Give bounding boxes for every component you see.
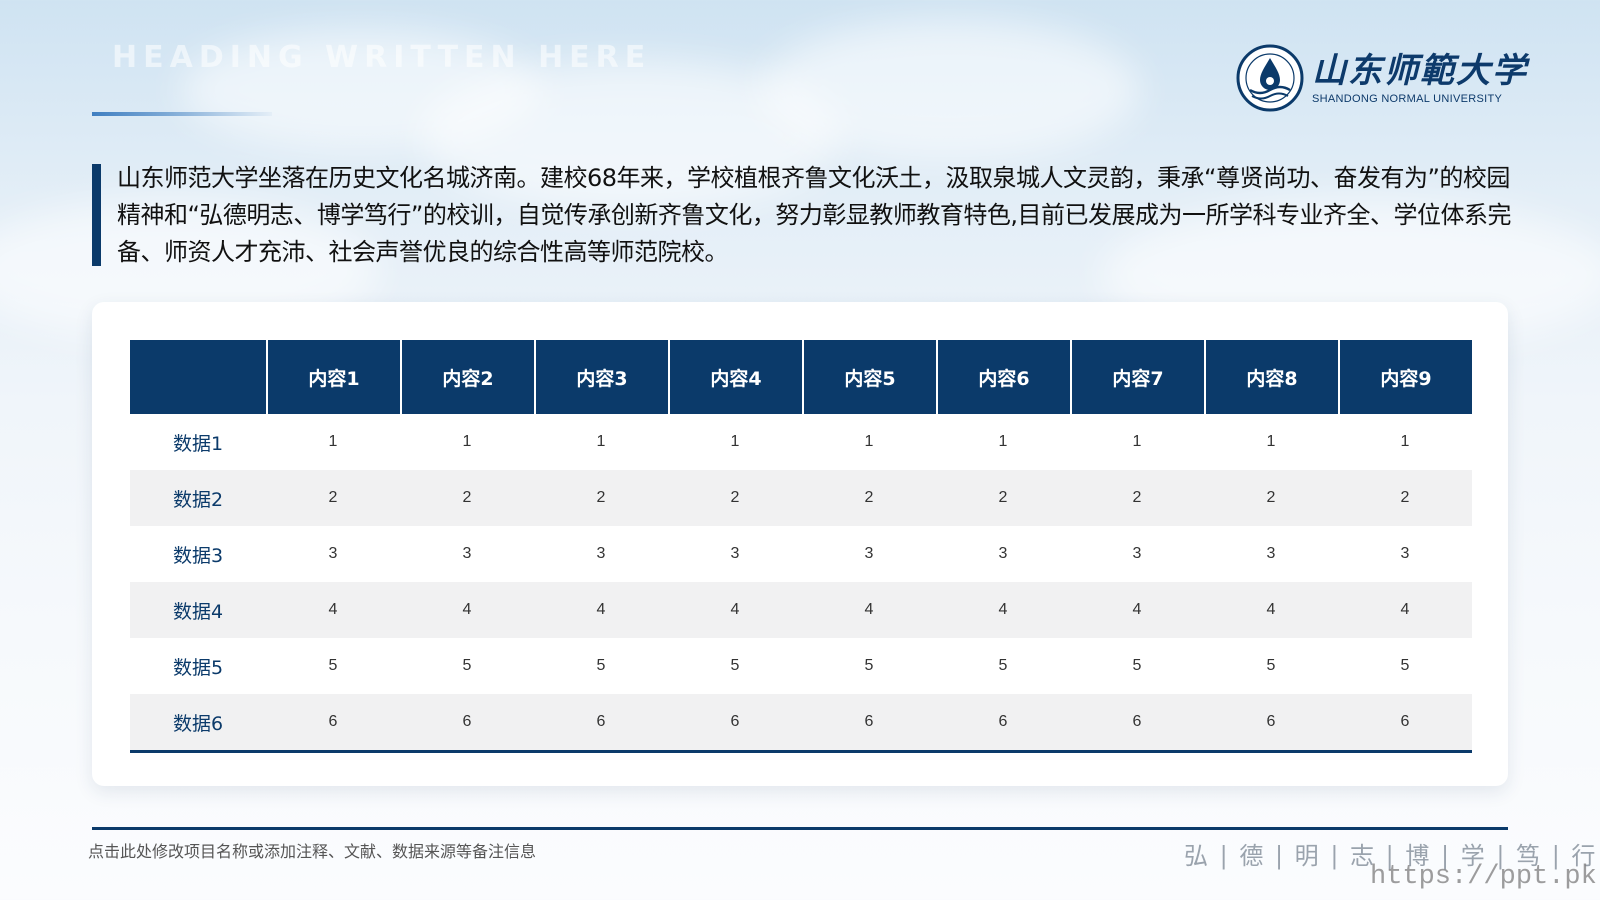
table-cell[interactable]: 3	[1338, 526, 1472, 582]
table-cell[interactable]: 1	[534, 414, 668, 470]
header-cell[interactable]: 内容5	[802, 340, 936, 414]
table-header-row: 内容1 内容2 内容3 内容4 内容5 内容6 内容7 内容8 内容9	[130, 340, 1472, 414]
faded-heading[interactable]: HEADING WRITTEN HERE	[112, 40, 651, 75]
table-cell[interactable]: 5	[534, 638, 668, 694]
table-cell[interactable]: 5	[936, 638, 1070, 694]
table-cell[interactable]: 1	[400, 414, 534, 470]
table-cell[interactable]: 4	[400, 582, 534, 638]
table-cell[interactable]: 2	[802, 470, 936, 526]
table-cell[interactable]: 1	[668, 414, 802, 470]
header-cell[interactable]: 内容1	[266, 340, 400, 414]
table-row: 数据3 3 3 3 3 3 3 3 3 3	[130, 526, 1472, 582]
table-row: 数据2 2 2 2 2 2 2 2 2 2	[130, 470, 1472, 526]
intro-block: 山东师范大学坐落在历史文化名城济南。建校68年来，学校植根齐鲁文化沃土，汲取泉城…	[92, 160, 1532, 271]
table-cell[interactable]: 3	[1070, 526, 1204, 582]
table-cell[interactable]: 3	[1204, 526, 1338, 582]
table-cell[interactable]: 6	[400, 694, 534, 750]
table-cell[interactable]: 4	[1070, 582, 1204, 638]
row-label-cell[interactable]: 数据1	[130, 414, 266, 470]
table-cell[interactable]: 2	[1204, 470, 1338, 526]
university-logo: 山东师範大学 SHANDONG NORMAL UNIVERSITY	[1236, 44, 1528, 112]
logo-english-name: SHANDONG NORMAL UNIVERSITY	[1312, 93, 1503, 105]
table-cell[interactable]: 2	[534, 470, 668, 526]
table-cell[interactable]: 6	[1070, 694, 1204, 750]
background-cloud	[760, 20, 1140, 160]
table-cell[interactable]: 5	[1204, 638, 1338, 694]
table-cell[interactable]: 6	[1338, 694, 1472, 750]
row-label-cell[interactable]: 数据5	[130, 638, 266, 694]
intro-paragraph[interactable]: 山东师范大学坐落在历史文化名城济南。建校68年来，学校植根齐鲁文化沃土，汲取泉城…	[117, 160, 1532, 271]
header-cell[interactable]: 内容9	[1338, 340, 1472, 414]
table-cell[interactable]: 3	[266, 526, 400, 582]
header-cell[interactable]: 内容4	[668, 340, 802, 414]
header-cell[interactable]: 内容7	[1070, 340, 1204, 414]
table-cell[interactable]: 1	[802, 414, 936, 470]
table-cell[interactable]: 5	[1070, 638, 1204, 694]
table-cell[interactable]: 1	[1070, 414, 1204, 470]
table-cell[interactable]: 5	[802, 638, 936, 694]
table-cell[interactable]: 5	[668, 638, 802, 694]
footer-note[interactable]: 点击此处修改项目名称或添加注释、文献、数据来源等备注信息	[88, 838, 536, 862]
table-cell[interactable]: 4	[1204, 582, 1338, 638]
table-cell[interactable]: 2	[1070, 470, 1204, 526]
table-cell[interactable]: 1	[1204, 414, 1338, 470]
table-cell[interactable]: 6	[266, 694, 400, 750]
table-cell[interactable]: 2	[1338, 470, 1472, 526]
header-cell-corner[interactable]	[130, 340, 266, 414]
table-cell[interactable]: 3	[534, 526, 668, 582]
header-cell[interactable]: 内容2	[400, 340, 534, 414]
footer-divider	[92, 827, 1508, 830]
table-cell[interactable]: 5	[1338, 638, 1472, 694]
table-cell[interactable]: 2	[936, 470, 1070, 526]
table-card: 内容1 内容2 内容3 内容4 内容5 内容6 内容7 内容8 内容9 数据1 …	[92, 302, 1508, 786]
table-cell[interactable]: 5	[266, 638, 400, 694]
table-row: 数据4 4 4 4 4 4 4 4 4 4	[130, 582, 1472, 638]
row-label-cell[interactable]: 数据3	[130, 526, 266, 582]
table-cell[interactable]: 3	[802, 526, 936, 582]
table-cell[interactable]: 5	[400, 638, 534, 694]
table-cell[interactable]: 6	[936, 694, 1070, 750]
table-cell[interactable]: 4	[1338, 582, 1472, 638]
table-bottom-rule	[130, 750, 1472, 753]
header-cell[interactable]: 内容6	[936, 340, 1070, 414]
row-label-cell[interactable]: 数据2	[130, 470, 266, 526]
table-cell[interactable]: 4	[802, 582, 936, 638]
accent-line	[92, 112, 272, 116]
row-label-cell[interactable]: 数据4	[130, 582, 266, 638]
table-cell[interactable]: 1	[1338, 414, 1472, 470]
watermark: https://ppt.pkll.de	[1370, 862, 1600, 892]
table-cell[interactable]: 2	[400, 470, 534, 526]
table-cell[interactable]: 2	[668, 470, 802, 526]
header-cell[interactable]: 内容8	[1204, 340, 1338, 414]
table-cell[interactable]: 6	[534, 694, 668, 750]
header-cell[interactable]: 内容3	[534, 340, 668, 414]
table-cell[interactable]: 3	[668, 526, 802, 582]
table-cell[interactable]: 3	[400, 526, 534, 582]
table-cell[interactable]: 4	[668, 582, 802, 638]
university-emblem-icon	[1236, 44, 1304, 112]
table-cell[interactable]: 6	[1204, 694, 1338, 750]
table-cell[interactable]: 6	[802, 694, 936, 750]
row-label-cell[interactable]: 数据6	[130, 694, 266, 750]
table-cell[interactable]: 1	[936, 414, 1070, 470]
table-cell[interactable]: 4	[936, 582, 1070, 638]
table-cell[interactable]: 2	[266, 470, 400, 526]
table-row: 数据6 6 6 6 6 6 6 6 6 6	[130, 694, 1472, 750]
table-cell[interactable]: 4	[534, 582, 668, 638]
intro-accent-bar	[92, 164, 101, 266]
table-cell[interactable]: 3	[936, 526, 1070, 582]
table-cell[interactable]: 6	[668, 694, 802, 750]
table-cell[interactable]: 1	[266, 414, 400, 470]
data-table: 内容1 内容2 内容3 内容4 内容5 内容6 内容7 内容8 内容9 数据1 …	[130, 340, 1472, 753]
table-row: 数据5 5 5 5 5 5 5 5 5 5	[130, 638, 1472, 694]
table-cell[interactable]: 4	[266, 582, 400, 638]
table-row: 数据1 1 1 1 1 1 1 1 1 1	[130, 414, 1472, 470]
logo-chinese-name: 山东师範大学	[1312, 51, 1528, 91]
